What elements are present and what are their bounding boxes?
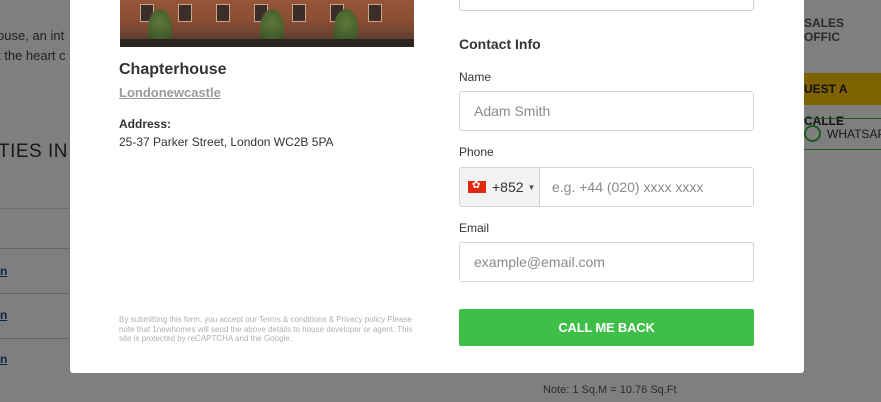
name-label: Name [459, 70, 492, 84]
call-me-back-button[interactable]: CALL ME BACK [459, 309, 754, 346]
email-field-wrapper [459, 242, 754, 282]
name-field-wrapper [459, 91, 754, 131]
phone-field-wrapper: +852 ▼ [459, 167, 754, 207]
property-photo [120, 0, 414, 47]
phone-input[interactable] [540, 168, 753, 206]
phone-label: Phone [459, 145, 494, 159]
country-code-select[interactable]: +852 ▼ [460, 168, 540, 206]
dial-code: +852 [492, 179, 524, 195]
contact-info-title: Contact Info [459, 36, 541, 52]
email-input[interactable] [460, 243, 753, 281]
developer-link[interactable]: Londonewcastle [119, 85, 221, 100]
address-label: Address: [119, 117, 172, 131]
hong-kong-flag-icon [468, 179, 486, 193]
email-label: Email [459, 221, 490, 235]
chevron-down-icon: ▼ [527, 182, 536, 192]
property-name: Chapterhouse [119, 61, 227, 78]
name-input[interactable] [460, 92, 753, 130]
callback-modal: Chapterhouse Londonewcastle Address: 25-… [70, 0, 804, 373]
form-disclaimer: By submitting this form, you accept our … [119, 315, 413, 343]
previous-field[interactable] [459, 0, 754, 11]
address-value: 25-37 Parker Street, London WC2B 5PA [119, 135, 334, 149]
